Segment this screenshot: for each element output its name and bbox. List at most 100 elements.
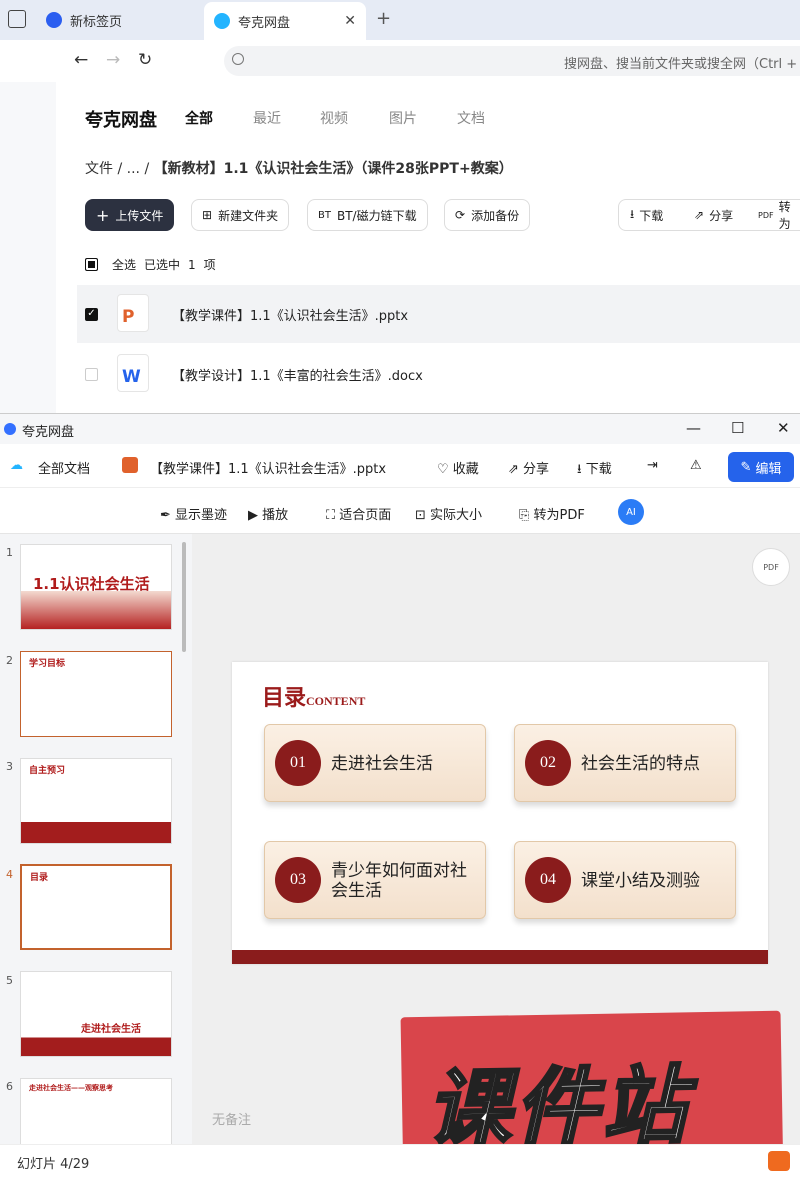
new-folder-button[interactable]: ⊞ 新建文件夹 (191, 199, 290, 231)
maximize-icon[interactable]: ☐ (731, 419, 744, 437)
share-icon: ⇗ (508, 462, 519, 477)
convert-pdf-button[interactable]: ⎘ 转为PDF (519, 504, 585, 523)
toc-number: 01 (275, 740, 321, 786)
bt-label: BT/磁力链下载 (336, 208, 417, 223)
pdf-float-label: PDF (763, 562, 779, 572)
file-name[interactable]: 【教学设计】1.1《丰富的社会生活》.docx (172, 365, 423, 384)
show-ink-button[interactable]: ✒ 显示墨迹 (160, 504, 227, 523)
file-checkbox[interactable]: ✓ (85, 307, 98, 321)
cloud-icon (214, 13, 230, 29)
toc-number: 03 (275, 857, 321, 903)
toc-text: 走进社会生活 (331, 754, 433, 774)
slide-counter: 幻灯片 4/29 (17, 1157, 90, 1172)
viewer-download-button[interactable]: ⭳ 下载 (577, 458, 612, 482)
file-name[interactable]: 【教学课件】1.1《认识社会生活》.pptx (172, 305, 408, 324)
convert-button[interactable]: PDF 转为 (758, 199, 800, 231)
thumb-number: 6 (6, 1080, 13, 1093)
backup-icon: ⟳ (455, 208, 466, 222)
forward-icon[interactable]: → (106, 50, 120, 70)
edit-button[interactable]: ✎ 编辑 (728, 452, 794, 482)
toc-text: 社会生活的特点 (581, 754, 700, 774)
slide-title: 目录CONTENT (262, 680, 365, 712)
select-all-checkbox[interactable] (85, 258, 98, 271)
add-backup-button[interactable]: ⟳ 添加备份 (444, 199, 531, 231)
all-docs-link[interactable]: 全部文档 (38, 458, 90, 477)
slide-canvas: PDF 目录CONTENT 01 走进社会生活 02 社会生活的特点 03 青少… (192, 534, 800, 1188)
toc-card: 03 青少年如何面对社会生活 (264, 841, 486, 919)
download-label: 下载 (639, 208, 664, 223)
filter-tab-all[interactable]: 全部 (185, 108, 213, 128)
fit-page-button[interactable]: ⛶ 适合页面 (326, 504, 391, 523)
upload-button[interactable]: + 上传文件 (85, 199, 175, 231)
cloud-icon: ☁ (10, 458, 23, 473)
filter-tab-doc[interactable]: 文档 (457, 108, 485, 128)
toc-text: 青少年如何面对社会生活 (331, 861, 467, 901)
ai-label: AI (626, 506, 636, 518)
close-tab-icon[interactable]: ✕ (344, 13, 356, 29)
pdf-convert-float-icon[interactable]: PDF (752, 548, 790, 586)
favorite-button[interactable]: ♡ 收藏 (437, 458, 479, 477)
back-icon[interactable]: ← (74, 50, 88, 70)
thumb-number: 3 (6, 760, 13, 773)
play-label: 播放 (262, 508, 289, 523)
file-row[interactable]: W 【教学设计】1.1《丰富的社会生活》.docx (77, 345, 800, 403)
pptx-file-icon: P (117, 294, 149, 332)
share-label: 分享 (709, 208, 734, 223)
pdf-icon: PDF (758, 210, 774, 220)
toc-card: 04 课堂小结及测验 (514, 841, 736, 919)
slide-thumbnail[interactable]: 走进社会生活 (20, 971, 172, 1057)
slide-thumbnail[interactable]: 走进社会生活——观察思考 (20, 1078, 172, 1144)
feedback-icon[interactable]: ⚠ (690, 458, 702, 473)
filter-tab-image[interactable]: 图片 (389, 108, 417, 128)
toc-text: 课堂小结及测验 (581, 871, 700, 891)
breadcrumb-current: 【新教材】1.1《认识社会生活》（课件28张PPT+教案） (153, 161, 513, 177)
fit-label: 适合页面 (339, 508, 392, 523)
actual-size-button[interactable]: ⊡ 实际大小 (415, 504, 482, 523)
ink-label: 显示墨迹 (175, 508, 228, 523)
search-input[interactable]: 搜网盘、搜当前文件夹或搜全网（Ctrl + F） (224, 46, 800, 76)
fit-icon: ⛶ (326, 508, 336, 523)
close-window-icon[interactable]: ✕ (777, 419, 790, 437)
search-placeholder: 搜网盘、搜当前文件夹或搜全网（Ctrl + F） (564, 57, 800, 72)
toc-card: 02 社会生活的特点 (514, 724, 736, 802)
filter-tab-video[interactable]: 视频 (320, 108, 348, 128)
share-button[interactable]: ⇗ 分享 (694, 199, 733, 231)
export-icon[interactable]: ⇥ (647, 458, 658, 473)
new-tab-button[interactable]: + (376, 8, 391, 29)
quark-logo-icon (4, 423, 16, 435)
ai-assistant-button[interactable]: AI (618, 499, 644, 525)
bt-download-button[interactable]: BT BT/磁力链下载 (307, 199, 428, 231)
slide-thumbnail[interactable]: 学习目标 (20, 651, 172, 737)
toc-number: 02 (525, 740, 571, 786)
file-row[interactable]: ✓ P 【教学课件】1.1《认识社会生活》.pptx (77, 285, 800, 343)
convert-label: 转为 (778, 200, 791, 231)
file-checkbox[interactable] (85, 367, 98, 381)
reload-icon[interactable]: ↻ (138, 50, 152, 70)
viewer-share-button[interactable]: ⇗ 分享 (508, 458, 549, 477)
search-icon (232, 53, 244, 65)
upload-label: 上传文件 (115, 208, 164, 223)
slide-thumbnail-selected[interactable]: 目录 (20, 864, 172, 950)
play-icon: ▶ (248, 508, 258, 523)
minimize-icon[interactable]: — (686, 419, 701, 437)
slide-thumbnail[interactable]: 自主预习 (20, 758, 172, 844)
drive-brand: 夸克网盘 (85, 110, 157, 131)
slideshow-icon[interactable] (768, 1151, 790, 1171)
tab-new-tab[interactable]: 新标签页 (46, 4, 122, 36)
filter-tab-recent[interactable]: 最近 (253, 108, 281, 128)
download-button[interactable]: ⭳ 下载 (630, 199, 663, 231)
select-all-label[interactable]: 全选 (112, 256, 136, 273)
tab-overview-icon[interactable] (8, 10, 26, 28)
backup-label: 添加备份 (471, 208, 520, 223)
slide-thumbnail[interactable]: 1.1认识社会生活 (20, 544, 172, 630)
breadcrumb: 文件 / ... / 【新教材】1.1《认识社会生活》（课件28张PPT+教案） (85, 158, 513, 178)
viewer-title-bar: 夸克网盘 — ☐ ✕ (0, 414, 800, 444)
new-folder-label: 新建文件夹 (218, 208, 279, 223)
breadcrumb-root[interactable]: 文件 (85, 161, 113, 177)
tab-quark-drive[interactable]: 夸克网盘 ✕ (204, 2, 366, 40)
slide-footer-bar (232, 950, 768, 964)
viewer-secondary-toolbar: ✒ 显示墨迹 ▶ 播放 ⛶ 适合页面 ⊡ 实际大小 ⎘ 转为PDF AI (0, 488, 800, 534)
breadcrumb-ellipsis[interactable]: ... (127, 161, 140, 177)
play-button[interactable]: ▶ 播放 (248, 504, 288, 523)
thumbnail-scrollbar[interactable] (182, 542, 186, 652)
